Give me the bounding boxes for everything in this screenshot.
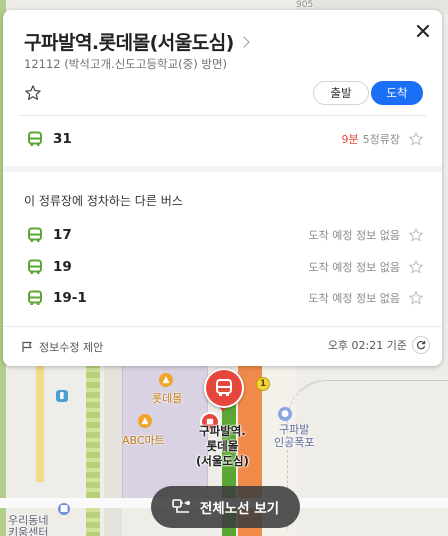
flag-icon (22, 341, 32, 352)
star-icon[interactable] (408, 131, 424, 147)
stop-title[interactable]: 구파발역.롯데몰(서울도심) (24, 28, 234, 55)
map-label-905: 905 (296, 0, 314, 10)
building-icon[interactable]: ■ (58, 503, 70, 515)
card-footer: 정보수정 제안 오후 02:21 기준 (3, 326, 442, 366)
map-road (36, 362, 44, 482)
favorite-stop-button[interactable] (24, 84, 42, 102)
section-separator (3, 166, 442, 172)
close-icon (417, 25, 429, 37)
landmark-icon[interactable]: ● (278, 407, 292, 421)
bus-icon (28, 227, 42, 242)
map-label-center[interactable]: 우리동네 키움센터 (8, 515, 48, 536)
refresh-button[interactable] (412, 336, 430, 354)
eta-minutes: 9분 (341, 133, 359, 146)
route-icon (172, 499, 190, 513)
bus-number[interactable]: 17 (53, 227, 72, 243)
stop-title-link[interactable]: 구파발역.롯데몰(서울도심) (24, 28, 250, 55)
update-time: 오후 02:21 기준 (328, 336, 430, 354)
suggest-edit-label[interactable]: 정보수정 제안 (39, 339, 103, 355)
map-block (104, 362, 122, 536)
bus-arrival-info: 도착 예정 정보 없음 (309, 259, 426, 275)
divider (19, 115, 426, 116)
shopping-icon[interactable]: ▲ (138, 414, 152, 428)
bus-arrival-info: 도착 예정 정보 없음 (309, 290, 426, 306)
suggest-edit-button[interactable]: 정보수정 제안 (21, 339, 103, 355)
map-park-boundary (287, 380, 448, 531)
selected-bus-stop-pin[interactable] (204, 368, 244, 408)
stop-id-direction: 12112 (박석고개.신도고등학교(중) 방면) (24, 57, 228, 71)
chevron-right-icon (238, 35, 250, 48)
arrive-button[interactable]: 도착 (371, 81, 423, 105)
map-label-bus-stop[interactable]: 구파발역. 롯데몰 (서울도심) (196, 424, 249, 469)
bus-arrival-info: 도착 예정 정보 없음 (309, 227, 426, 243)
star-icon[interactable] (408, 290, 424, 306)
view-full-route-button[interactable]: 전체노선 보기 (151, 486, 300, 528)
bus-number[interactable]: 31 (53, 131, 72, 147)
star-icon (25, 85, 41, 100)
arrival-status: 도착 예정 정보 없음 (308, 261, 400, 274)
bus-row[interactable]: 19-1 도착 예정 정보 없음 (19, 283, 426, 313)
map-label-waterfall[interactable]: 구파발 인공폭포 (274, 423, 314, 449)
bus-row[interactable]: 19 도착 예정 정보 없음 (19, 252, 426, 282)
bus-stop-info-card: 구파발역.롯데몰(서울도심) 12112 (박석고개.신도고등학교(중) 방면)… (3, 10, 442, 366)
bus-icon (28, 259, 42, 274)
stops-away: 5정류장 (362, 133, 400, 146)
map-rail-line (86, 362, 100, 536)
subway-exit-badge[interactable]: 1 (256, 377, 270, 391)
bus-arrival-info: 9분 5정류장 (342, 131, 426, 147)
arrival-status: 도착 예정 정보 없음 (308, 229, 400, 242)
other-buses-title: 이 정류장에 정차하는 다른 버스 (24, 194, 183, 208)
bus-number[interactable]: 19-1 (53, 290, 87, 306)
bus-stop-icon[interactable]: ▮ (56, 390, 68, 402)
bus-row[interactable]: 17 도착 예정 정보 없음 (19, 220, 426, 250)
shopping-icon[interactable]: ▲ (159, 373, 173, 387)
bus-icon (28, 131, 42, 146)
bus-row-favorite[interactable]: 31 9분 5정류장 (19, 124, 426, 154)
map-label-lotte[interactable]: 롯데몰 (152, 390, 182, 406)
map-label-abc[interactable]: ABC마트 (122, 432, 165, 448)
star-icon[interactable] (408, 227, 424, 243)
star-icon[interactable] (408, 259, 424, 275)
depart-button[interactable]: 출발 (313, 81, 369, 105)
bus-icon (28, 290, 42, 305)
arrival-status: 도착 예정 정보 없음 (308, 292, 400, 305)
close-button[interactable] (414, 22, 432, 40)
refresh-icon (416, 340, 426, 350)
bus-icon (216, 379, 232, 396)
view-full-route-label[interactable]: 전체노선 보기 (200, 497, 279, 517)
bus-number[interactable]: 19 (53, 259, 72, 275)
update-time-label: 오후 02:21 기준 (327, 339, 407, 352)
